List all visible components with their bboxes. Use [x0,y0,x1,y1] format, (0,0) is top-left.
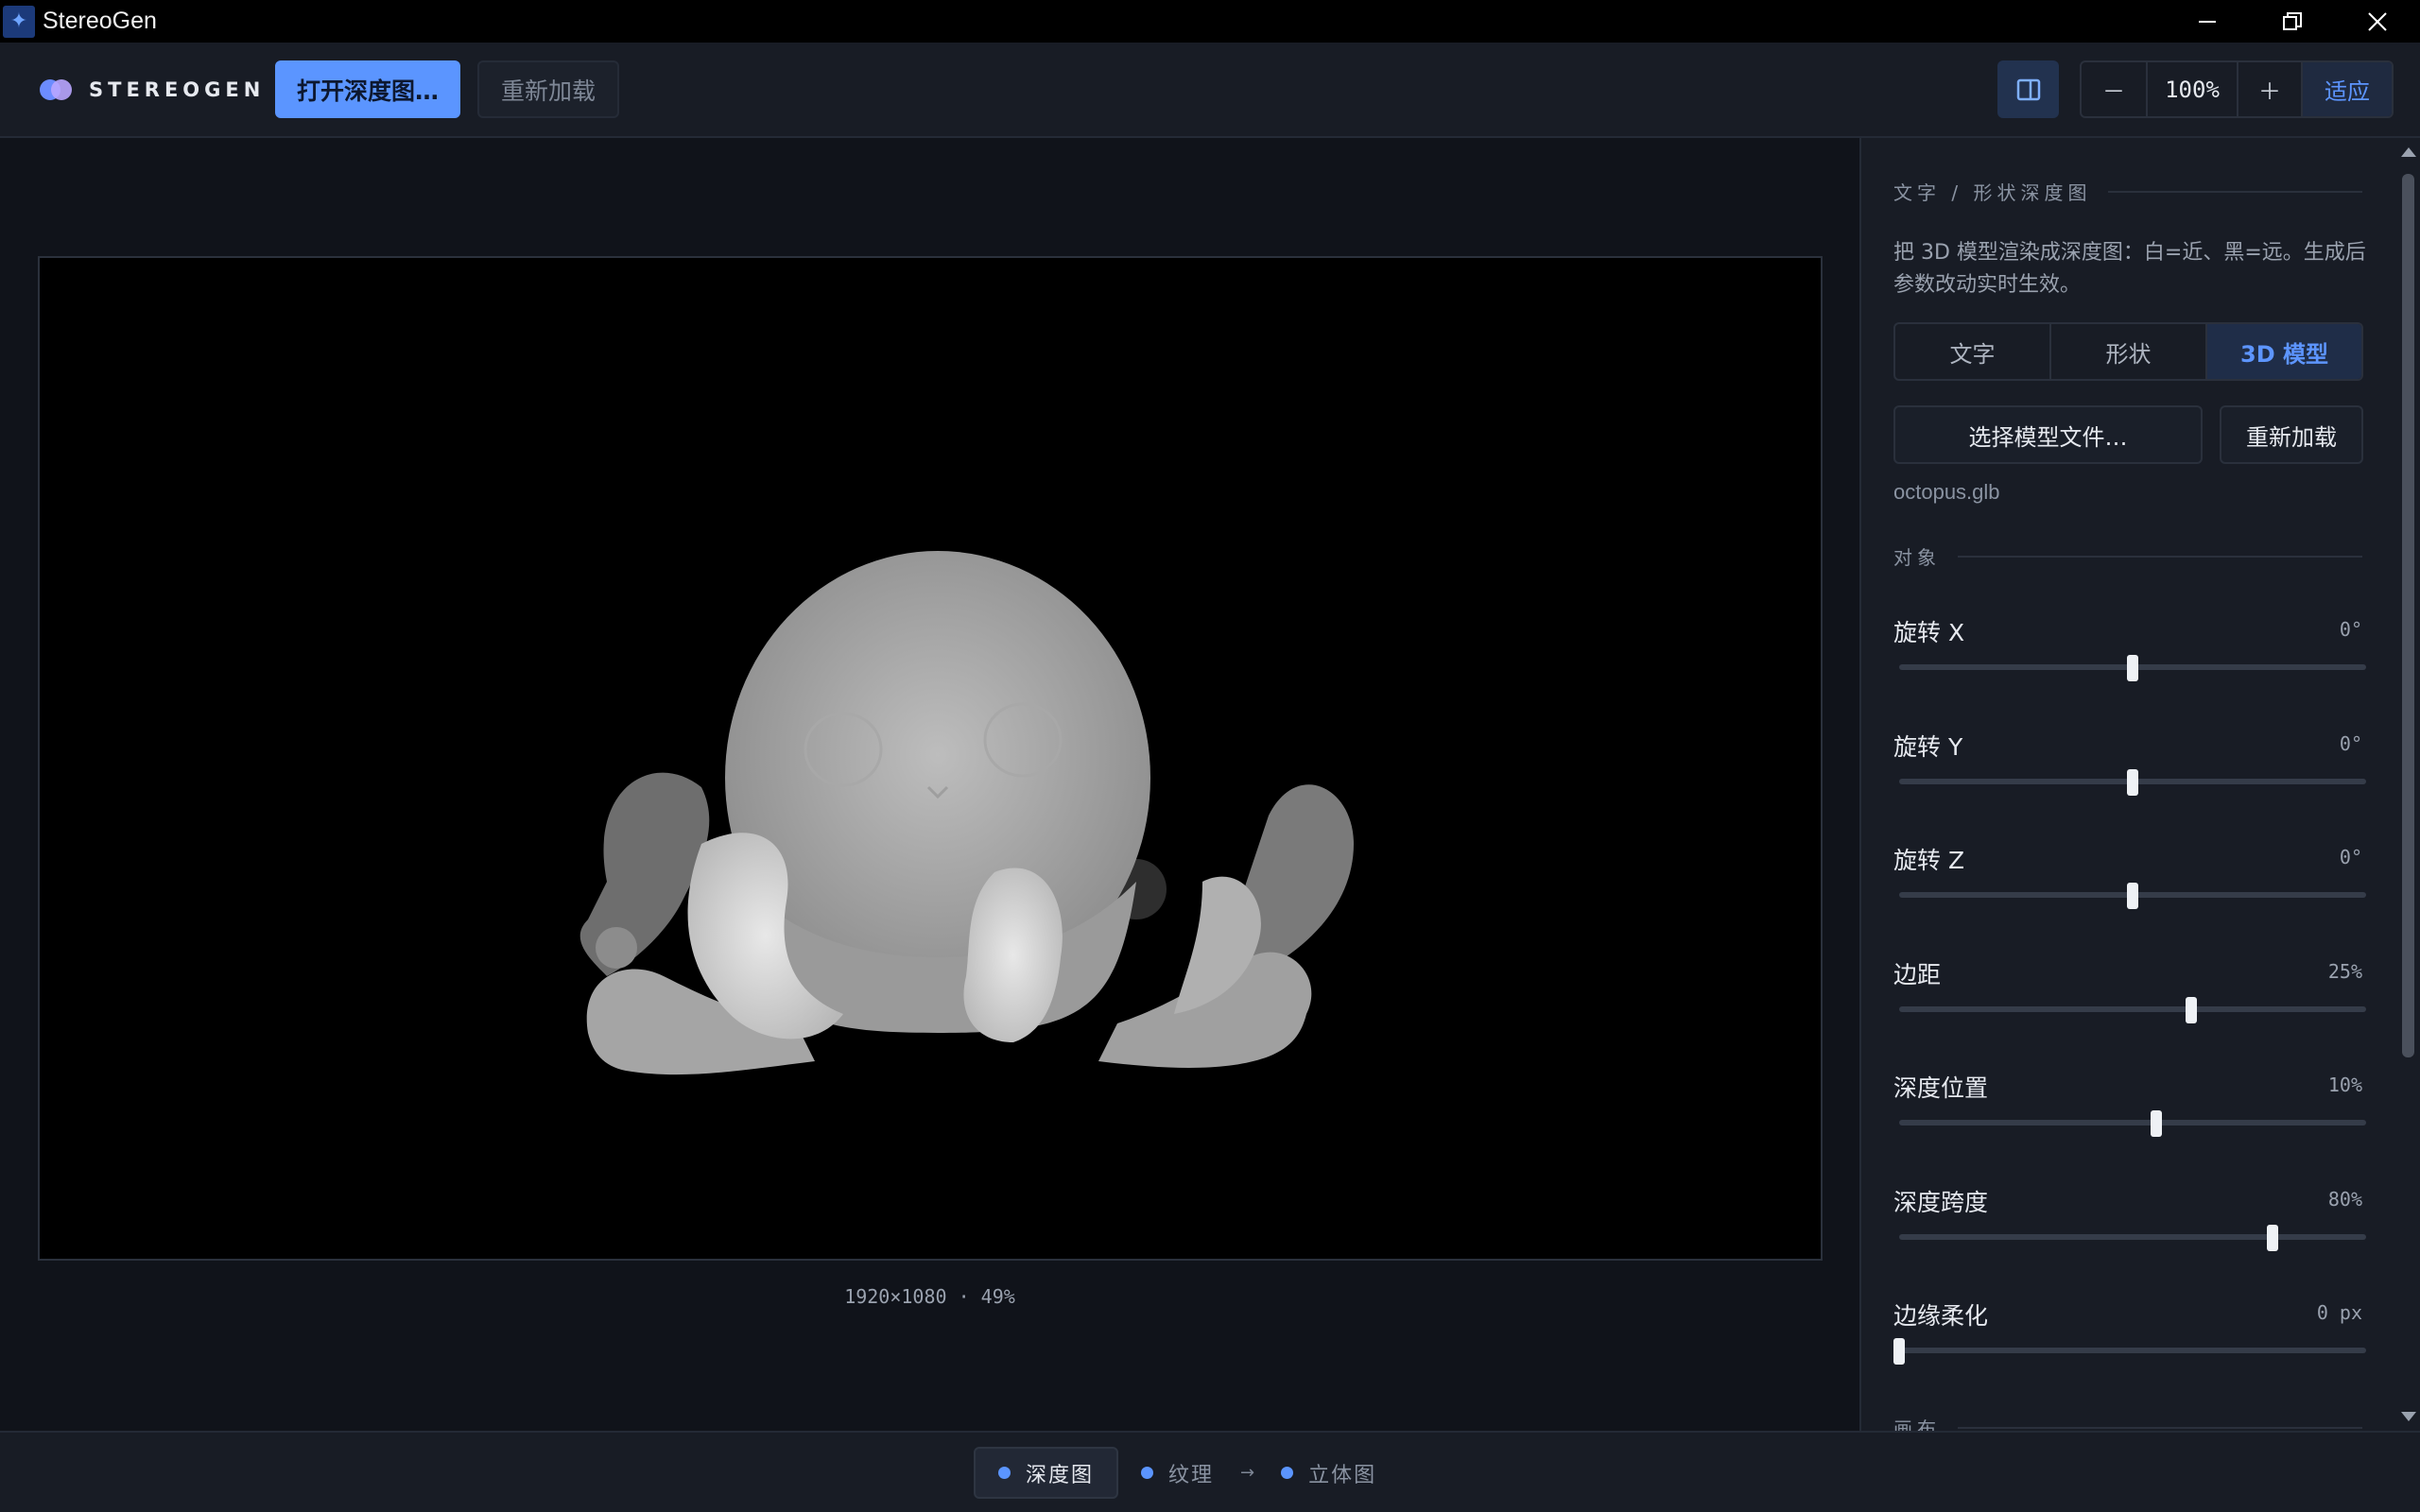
image-dimensions-label: 1920×1080 · 49% [844,1285,1015,1308]
window-title: StereoGen [43,8,157,34]
section-header-canvas: 画布 [1893,1414,2362,1431]
brand: STEREOGEN [40,78,265,101]
slider-value: 25% [2327,959,2362,983]
tab-text[interactable]: 文字 [1895,324,2051,379]
depthmap-preview[interactable] [38,256,1823,1261]
model-filename: octopus.glb [1893,480,2000,504]
step-stereogram[interactable]: 立体图 [1258,1447,1399,1499]
toolbar: STEREOGEN 打开深度图… 重新加载 － 100% ＋ 适应 [0,43,2420,138]
brand-logo-icon [40,79,72,100]
mode-tabs: 文字 形状 3D 模型 [1893,322,2363,381]
slider-thumb[interactable] [2127,655,2138,681]
tab-shape[interactable]: 形状 [2051,324,2207,379]
slider-label: 边距 [1893,960,1942,988]
reload-model-button[interactable]: 重新加载 [2220,405,2363,464]
pipeline-bar: 深度图 纹理 → 立体图 [0,1431,2420,1512]
section-title: 文字 / 形状深度图 [1893,181,2092,204]
canvas-area: 1920×1080 · 49% [0,138,1859,1431]
octopus-depthmap-image [579,551,1354,1075]
canvas-section-title: 画布 [1893,1418,1941,1431]
panel-scrollbar[interactable] [2396,138,2420,1431]
scroll-down-icon[interactable] [2401,1412,2416,1421]
slider-label: 深度跨度 [1893,1188,1989,1216]
slider-thumb[interactable] [2127,768,2138,796]
margin-slider[interactable]: 边距 25% [1893,956,2366,1023]
zoom-fit-button[interactable]: 适应 [2303,62,2392,116]
depth-position-slider[interactable]: 深度位置 10% [1893,1070,2366,1137]
tab-3d-model[interactable]: 3D 模型 [2207,324,2361,379]
slider-label: 旋转 X [1893,619,1965,646]
slider-value: 80% [2327,1187,2362,1211]
rotate-z-slider[interactable]: 旋转 Z 0° [1893,842,2366,909]
settings-panel: 文字 / 形状深度图 把 3D 模型渲染成深度图：白=近、黑=远。生成后参数改动… [1859,138,2396,1431]
window-controls [2165,0,2420,43]
step-label: 纹理 [1168,1463,1215,1487]
slider-thumb[interactable] [2127,883,2138,909]
slider-thumb[interactable] [2150,1110,2162,1137]
scroll-thumb[interactable] [2402,174,2414,1057]
step-dot-icon [998,1467,1011,1479]
section-header-object: 对象 [1893,542,2362,570]
slider-value: 0 px [2316,1301,2362,1324]
close-icon[interactable] [2335,0,2420,43]
step-dot-icon [1141,1467,1154,1479]
slider-label: 深度位置 [1893,1074,1989,1102]
sidebar-toggle-icon [2016,78,2040,100]
slider-thumb[interactable] [1893,1338,1905,1365]
section-header-text-shape: 文字 / 形状深度图 [1893,178,2362,205]
zoom-controls: － 100% ＋ 适应 [2080,60,2394,118]
reload-button[interactable]: 重新加载 [477,60,619,118]
brand-name: STEREOGEN [89,78,266,101]
edge-soften-slider[interactable]: 边缘柔化 0 px [1893,1297,2366,1365]
slider-value: 0° [2339,731,2362,755]
restore-icon[interactable] [2250,0,2335,43]
slider-label: 旋转 Y [1893,732,1963,761]
slider-label: 边缘柔化 [1893,1302,1989,1330]
slider-track[interactable] [1899,1005,2366,1012]
zoom-in-button[interactable]: ＋ [2238,62,2303,116]
window-titlebar: ✦ StereoGen [0,0,2420,43]
scroll-up-icon[interactable] [2401,147,2416,157]
slider-value: 10% [2327,1074,2362,1096]
slider-value: 0° [2339,846,2362,868]
slider-track[interactable] [1899,1348,2366,1353]
arrow-icon: → [1240,1463,1255,1483]
slider-thumb[interactable] [2267,1224,2279,1251]
minimize-icon[interactable] [2165,0,2250,43]
step-label: 立体图 [1308,1463,1377,1487]
step-depthmap[interactable]: 深度图 [974,1447,1119,1499]
toggle-panel-button[interactable] [1997,60,2059,118]
rotate-y-slider[interactable]: 旋转 Y 0° [1893,729,2366,796]
slider-value: 0° [2339,618,2362,641]
slider-track[interactable] [1899,1120,2366,1125]
step-dot-icon [1281,1467,1294,1479]
open-depthmap-button[interactable]: 打开深度图… [275,60,460,118]
app-icon: ✦ [3,5,35,38]
slider-label: 旋转 Z [1893,847,1965,874]
zoom-level: 100% [2148,62,2238,116]
section-description: 把 3D 模型渲染成深度图：白=近、黑=远。生成后参数改动实时生效。 [1893,241,2366,297]
object-section-title: 对象 [1893,546,1941,569]
step-label: 深度图 [1026,1463,1095,1487]
zoom-out-button[interactable]: － [2082,62,2148,116]
slider-thumb[interactable] [2185,996,2197,1023]
step-texture[interactable]: 纹理 [1118,1447,1236,1499]
slider-track[interactable] [1899,1233,2366,1240]
choose-model-button[interactable]: 选择模型文件… [1893,405,2203,464]
pipeline-steps: 深度图 纹理 → 立体图 [974,1447,1399,1499]
depth-span-slider[interactable]: 深度跨度 80% [1893,1184,2366,1251]
rotate-x-slider[interactable]: 旋转 X 0° [1893,614,2366,681]
